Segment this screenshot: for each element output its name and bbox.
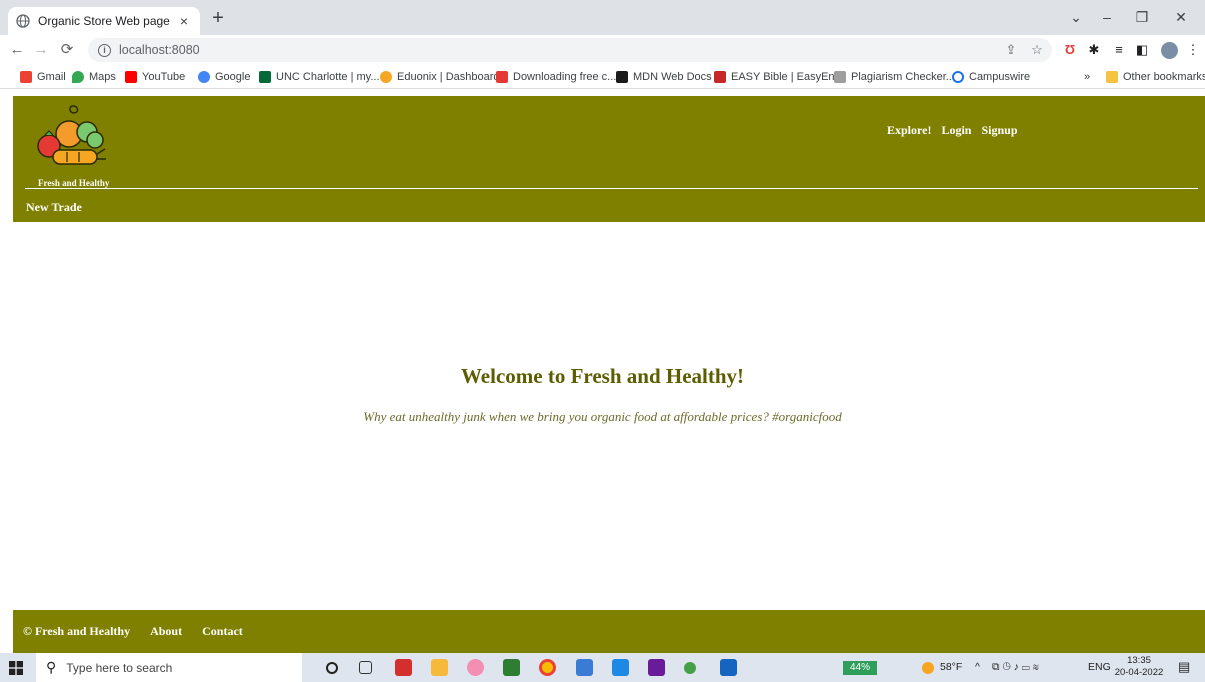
forward-arrow-icon[interactable]: → [30,39,52,61]
maps-pin-icon [72,71,84,83]
bookmark-easy-bible[interactable]: EASY Bible | EasyEn... [714,69,844,85]
bookmark-gmail[interactable]: Gmail [20,69,66,85]
logo-caption: Fresh and Healthy [38,178,110,188]
eduonix-icon [380,71,392,83]
remote-desktop-icon[interactable] [576,659,593,676]
search-icon: ⚲ [46,659,57,675]
bookmark-mdn[interactable]: MDN Web Docs [616,69,712,85]
windows-start-icon[interactable] [9,661,23,675]
windows-taskbar: ⚲ Type here to search 44% 58°F ^ ⧉ ◷ ♪ ▭… [0,653,1205,682]
nav-login-link[interactable]: Login [941,123,971,138]
profile-avatar[interactable] [1161,42,1178,59]
browser-tab[interactable]: Organic Store Web page × [8,7,200,35]
google-icon [198,71,210,83]
campuswire-icon [952,71,964,83]
tray-chevron-up-icon[interactable]: ^ [975,661,980,673]
word-icon[interactable] [720,659,737,676]
sticky-notes-icon[interactable] [503,659,520,676]
footer-about-link[interactable]: About [150,624,182,639]
bible-icon [714,71,726,83]
battery-percentage-badge[interactable]: 44% [843,661,877,675]
browser-tabstrip: Organic Store Web page × + ⌄ – ❐ ✕ [0,0,1205,35]
mongodb-icon[interactable] [684,662,696,674]
gmail-icon [20,71,32,83]
unc-charlotte-icon [259,71,271,83]
youtube-icon [125,71,137,83]
folder-icon [1106,71,1118,83]
minimize-button[interactable]: – [1089,5,1125,29]
bookmark-unc-charlotte[interactable]: UNC Charlotte | my... [259,69,380,85]
download-site-icon [496,71,508,83]
cortana-icon[interactable] [326,662,338,674]
bookmark-eduonix[interactable]: Eduonix | Dashboard [380,69,500,85]
file-explorer-icon[interactable] [431,659,448,676]
extension-shield-icon[interactable]: Ʊ [1062,42,1078,58]
bookmark-google[interactable]: Google [198,69,250,85]
web-page: Fresh and Healthy Explore! Login Signup … [0,90,1205,653]
nav-signup-link[interactable]: Signup [981,123,1017,138]
clock-date: 20-04-2022 [1114,667,1164,678]
back-arrow-icon[interactable]: ← [6,39,28,61]
tab-title: Organic Store Web page [38,14,170,28]
chrome-icon[interactable] [539,659,556,676]
bookmarks-overflow-button[interactable]: » [1084,69,1090,85]
bookmark-campuswire[interactable]: Campuswire [952,69,1030,85]
mdn-icon [616,71,628,83]
globe-icon [16,14,30,28]
bookmark-star-icon[interactable]: ☆ [1028,39,1046,61]
address-url: localhost:8080 [119,43,200,57]
site-header: Fresh and Healthy Explore! Login Signup … [13,96,1205,222]
tray-system-icons[interactable]: ⧉ ◷ ♪ ▭ ≋ [992,661,1039,674]
reload-icon[interactable]: ⟳ [56,39,78,61]
main-nav: Explore! Login Signup [887,123,1018,138]
side-panel-icon[interactable]: ◧ [1134,42,1150,58]
close-window-button[interactable]: ✕ [1163,5,1199,29]
close-tab-icon[interactable]: × [176,13,192,29]
header-divider [25,188,1198,189]
footer-copyright: © Fresh and Healthy [23,624,131,638]
other-bookmarks-folder[interactable]: Other bookmarks [1106,69,1205,85]
bookmark-downloading-free[interactable]: Downloading free c... [496,69,616,85]
bookmark-plagiarism-checker[interactable]: Plagiarism Checker... [834,69,955,85]
notification-center-icon[interactable]: ▤ [1178,659,1190,675]
restore-button[interactable]: ❐ [1124,5,1160,29]
address-bar[interactable]: i localhost:8080 [88,38,1052,62]
site-info-icon[interactable]: i [98,43,111,57]
reading-list-icon[interactable]: ≡ [1111,42,1127,58]
browser-menu-icon[interactable]: ⋮ [1185,42,1201,58]
hero-tagline: Why eat unhealthy junk when we bring you… [363,409,842,424]
snipping-tool-icon[interactable] [467,659,484,676]
vscode-icon[interactable] [612,659,629,676]
mcafee-icon[interactable] [395,659,412,676]
weather-sun-icon[interactable] [922,662,934,674]
bookmark-youtube[interactable]: YouTube [125,69,185,85]
bookmarks-bar: Gmail Maps YouTube Google UNC Charlotte … [0,65,1205,89]
share-icon[interactable]: ⇪ [1002,39,1020,61]
welcome-heading: Welcome to Fresh and Healthy! [460,364,745,388]
nav-explore-link[interactable]: Explore! [887,123,931,138]
taskbar-search-placeholder: Type here to search [66,660,173,675]
taskbar-search-box[interactable]: ⚲ Type here to search [36,653,302,682]
fresh-produce-logo-icon[interactable] [31,104,111,176]
taskbar-clock[interactable]: 13:35 20-04-2022 [1114,655,1164,679]
intellij-icon[interactable] [648,659,665,676]
new-tab-button[interactable]: + [206,7,230,31]
footer-contact-link[interactable]: Contact [202,624,243,639]
site-footer: © Fresh and Healthy About Contact [13,610,1205,653]
new-trade-link[interactable]: New Trade [26,200,82,215]
extensions-puzzle-icon[interactable]: ✱ [1086,42,1102,58]
browser-toolbar: ← → ⟳ i localhost:8080 ⇪ ☆ Ʊ ✱ ≡ ◧ ⋮ [0,35,1205,65]
weather-temperature[interactable]: 58°F [940,661,962,673]
task-view-icon[interactable] [359,661,372,674]
bookmark-maps[interactable]: Maps [72,69,116,85]
language-indicator[interactable]: ENG [1088,661,1111,673]
plagiarism-checker-icon [834,71,846,83]
clock-time: 13:35 [1127,655,1151,666]
